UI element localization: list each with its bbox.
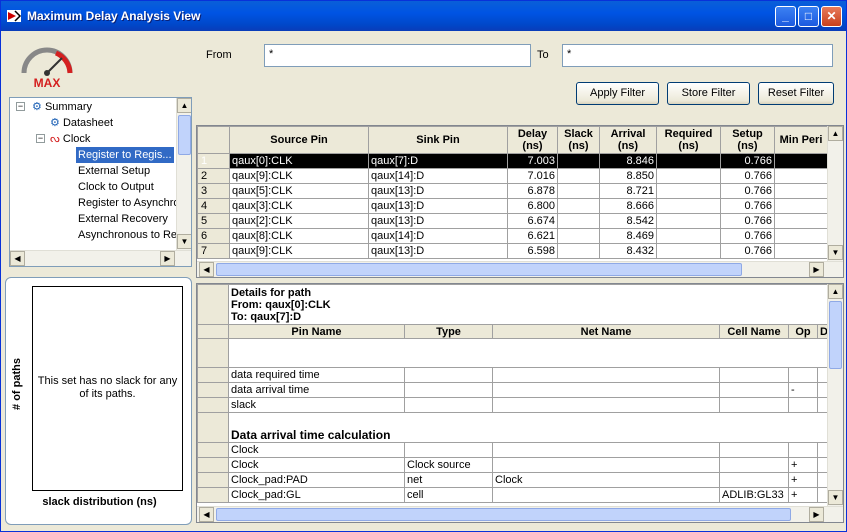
from-input[interactable]: * — [264, 44, 531, 67]
from-label: From — [206, 49, 232, 61]
col-delay[interactable]: Delay (ns) — [507, 126, 558, 154]
table-row[interactable]: 7 qaux[9]:CLK qaux[13]:D 6.598 8.432 0.766 — [197, 243, 828, 259]
filter-bar: From * To * Apply Filter Store Filter Re… — [196, 33, 844, 123]
scroll-up-button[interactable]: ▲ — [828, 126, 843, 141]
scroll-up-button[interactable]: ▲ — [828, 284, 843, 299]
col-source-pin[interactable]: Source Pin — [229, 126, 369, 154]
scroll-thumb[interactable] — [829, 301, 842, 369]
details-horizontal-scrollbar[interactable]: ◀ ▶ — [197, 506, 843, 522]
minimize-icon: _ — [782, 9, 789, 23]
logo-text: MAX — [34, 76, 61, 89]
max-gauge-icon: MAX — [21, 47, 73, 89]
scroll-thumb[interactable] — [216, 508, 791, 521]
tree-item-summary[interactable]: ⚙ Summary — [32, 99, 92, 115]
col-cell-name[interactable]: Cell Name — [719, 324, 789, 339]
row-header-corner — [197, 324, 229, 339]
scroll-right-button[interactable]: ▶ — [809, 507, 824, 522]
scroll-left-button[interactable]: ◀ — [199, 262, 214, 277]
table-row[interactable]: 1 qaux[0]:CLK qaux[7]:D 7.003 8.846 0.766 — [197, 153, 828, 169]
title-bar[interactable]: Maximum Delay Analysis View _ □ ✕ — [1, 1, 846, 31]
to-input[interactable]: * — [562, 44, 833, 67]
tree-item-datasheet[interactable]: ⚙ Datasheet — [50, 115, 113, 131]
tree-item-clock-to-output[interactable]: Clock to Output — [78, 179, 154, 195]
close-button[interactable]: ✕ — [821, 6, 842, 27]
scroll-right-button[interactable]: ▶ — [809, 262, 824, 277]
details-vertical-scrollbar[interactable]: ▲ ▼ — [827, 284, 843, 506]
table-row[interactable]: data required time — [197, 367, 829, 383]
tree-item-register-to-async[interactable]: Register to Asynchro — [78, 195, 180, 211]
scroll-left-button[interactable]: ◀ — [10, 251, 25, 266]
store-filter-button[interactable]: Store Filter — [667, 82, 750, 105]
right-panel: From * To * Apply Filter Store Filter Re… — [196, 33, 844, 525]
scroll-thumb[interactable] — [178, 115, 191, 155]
tree-horizontal-scrollbar[interactable]: ◀ ▶ — [10, 250, 191, 266]
tree-item-register-to-register[interactable]: Register to Regis... — [76, 147, 174, 163]
reset-filter-button[interactable]: Reset Filter — [758, 82, 834, 105]
details-grid: Details for path From: qaux[0]:CLK To: q… — [197, 284, 829, 503]
details-from: From: qaux[0]:CLK — [231, 299, 331, 311]
table-row[interactable]: 5 qaux[2]:CLK qaux[13]:D 6.674 8.542 0.766 — [197, 213, 828, 229]
scroll-left-button[interactable]: ◀ — [199, 507, 214, 522]
analysis-window: Maximum Delay Analysis View _ □ ✕ MAX − … — [0, 0, 847, 532]
scroll-thumb[interactable] — [216, 263, 742, 276]
row-header-corner — [197, 126, 230, 154]
tree-item-external-recovery[interactable]: External Recovery — [78, 211, 168, 227]
col-setup[interactable]: Setup (ns) — [720, 126, 775, 154]
tree-item-clock[interactable]: ᔓ Clock — [50, 131, 90, 147]
col-net-name[interactable]: Net Name — [492, 324, 720, 339]
maximize-icon: □ — [804, 9, 813, 23]
table-row[interactable]: Clock Clock source + — [197, 457, 829, 473]
table-row[interactable]: slack — [197, 397, 829, 413]
scroll-down-button[interactable]: ▼ — [828, 245, 843, 260]
table-row[interactable]: Clock — [197, 442, 829, 458]
maximize-button[interactable]: □ — [798, 6, 819, 27]
table-row[interactable]: data arrival time - — [197, 382, 829, 398]
details-to: To: qaux[7]:D — [231, 311, 302, 323]
table-row[interactable]: Clock_pad:GL cell ADLIB:GL33 + — [197, 487, 829, 503]
scroll-up-button[interactable]: ▲ — [177, 98, 191, 113]
window-title: Maximum Delay Analysis View — [27, 9, 201, 23]
clock-icon: ᔓ — [50, 133, 60, 145]
tree-vertical-scrollbar[interactable]: ▲ ▼ — [176, 98, 191, 250]
tree-expander[interactable]: − — [16, 102, 25, 111]
col-arrival[interactable]: Arrival (ns) — [599, 126, 657, 154]
section-heading: Data arrival time calculation — [227, 412, 829, 443]
report-tree[interactable]: − ⚙ Summary ⚙ Datasheet − ᔓ Clock Regist… — [9, 97, 192, 267]
path-details[interactable]: Details for path From: qaux[0]:CLK To: q… — [196, 283, 844, 523]
table-row[interactable]: 6 qaux[8]:CLK qaux[14]:D 6.621 8.469 0.766 — [197, 228, 828, 244]
tree-item-async-to-register[interactable]: Asynchronous to Re — [78, 227, 177, 243]
table-row[interactable]: 3 qaux[5]:CLK qaux[13]:D 6.878 8.721 0.766 — [197, 183, 828, 199]
paths-vertical-scrollbar[interactable]: ▲ ▼ — [827, 126, 843, 261]
col-pin-name[interactable]: Pin Name — [228, 324, 405, 339]
col-sink-pin[interactable]: Sink Pin — [368, 126, 508, 154]
slack-histogram: # of paths This set has no slack for any… — [5, 277, 192, 525]
table-row[interactable]: 2 qaux[9]:CLK qaux[14]:D 7.016 8.850 0.766 — [197, 168, 828, 184]
col-min-period[interactable]: Min Peri — [774, 126, 828, 154]
paths-table[interactable]: Source Pin Sink Pin Delay (ns) Slack (ns… — [196, 125, 844, 278]
to-label: To — [537, 49, 549, 61]
histogram-y-label: # of paths — [11, 358, 23, 410]
close-icon: ✕ — [826, 9, 837, 23]
histogram-x-label: slack distribution (ns) — [42, 496, 157, 508]
col-slack[interactable]: Slack (ns) — [557, 126, 600, 154]
col-required[interactable]: Required (ns) — [656, 126, 721, 154]
scroll-right-button[interactable]: ▶ — [160, 251, 175, 266]
col-type[interactable]: Type — [404, 324, 493, 339]
app-icon — [7, 10, 22, 22]
scroll-down-button[interactable]: ▼ — [828, 490, 843, 505]
tree-item-external-setup[interactable]: External Setup — [78, 163, 150, 179]
table-row[interactable]: 4 qaux[3]:CLK qaux[13]:D 6.800 8.666 0.766 — [197, 198, 828, 214]
tree-expander[interactable]: − — [36, 134, 45, 143]
minimize-button[interactable]: _ — [775, 6, 796, 27]
histogram-message: This set has no slack for any of its pat… — [37, 375, 178, 400]
histogram-plot: This set has no slack for any of its pat… — [32, 286, 183, 491]
table-row[interactable]: Clock_pad:PAD net Clock + — [197, 472, 829, 488]
paths-grid: Source Pin Sink Pin Delay (ns) Slack (ns… — [197, 126, 828, 259]
details-title: Details for path — [231, 287, 312, 299]
scroll-down-button[interactable]: ▼ — [177, 234, 191, 249]
apply-filter-button[interactable]: Apply Filter — [576, 82, 659, 105]
col-op[interactable]: Op — [788, 324, 818, 339]
left-panel: MAX − ⚙ Summary ⚙ Datasheet − ᔓ Clock Re… — [5, 33, 192, 525]
paths-horizontal-scrollbar[interactable]: ◀ ▶ — [197, 261, 843, 277]
